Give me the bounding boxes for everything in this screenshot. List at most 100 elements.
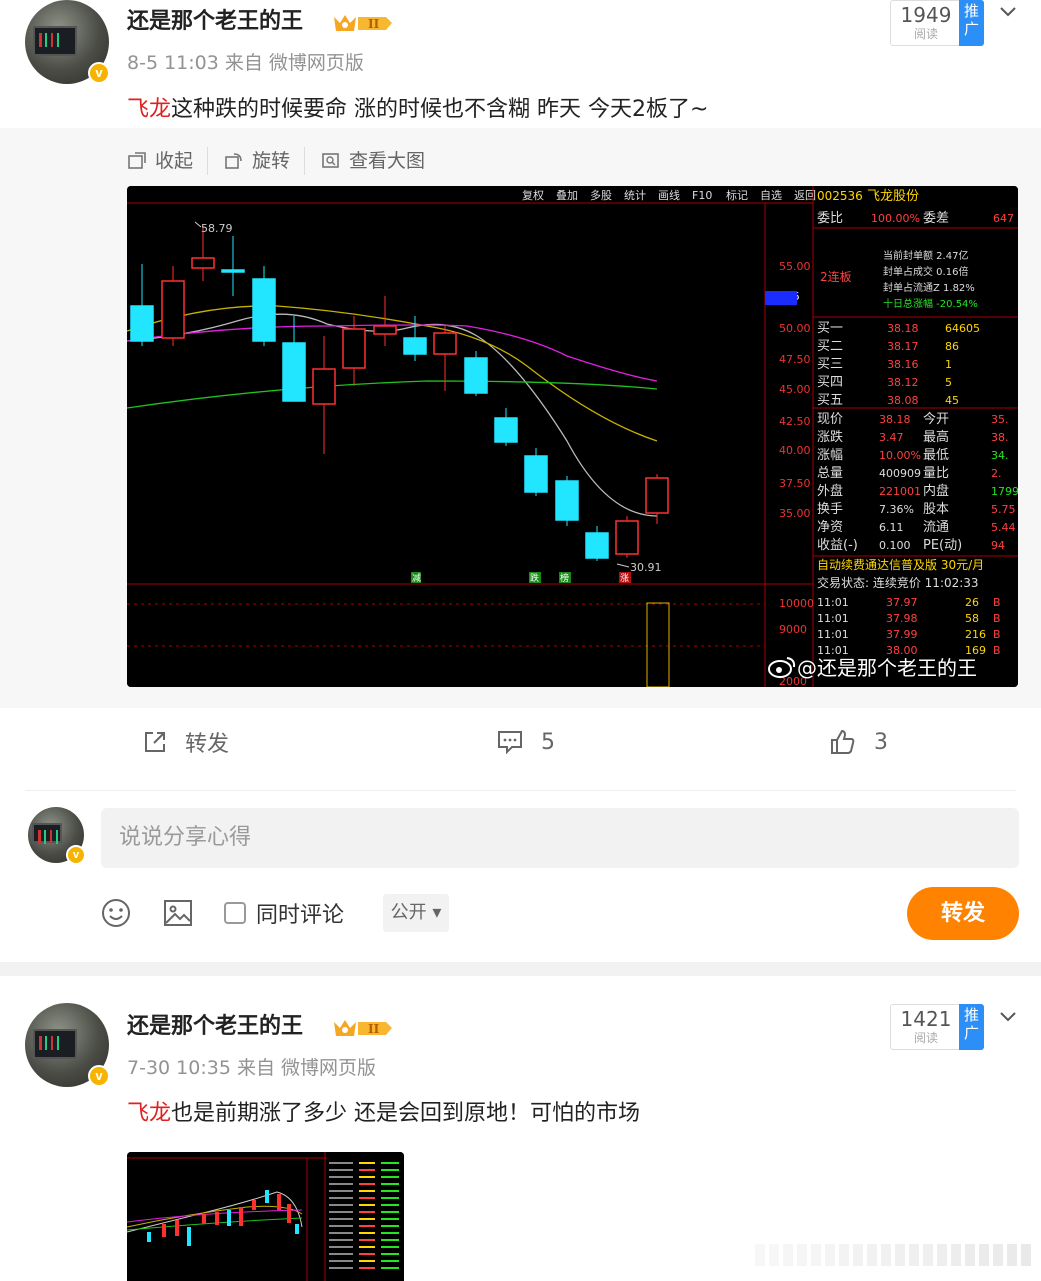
- chart-toolbar-item[interactable]: 标记: [726, 188, 748, 202]
- thumb-panel-row: [381, 1246, 399, 1248]
- svg-text:跌: 跌: [530, 573, 539, 584]
- topic-link[interactable]: 飞龙: [127, 97, 171, 122]
- thumb-panel-row: [381, 1176, 399, 1178]
- stock-chart-image[interactable]: 复权叠加多股统计画线F10标记自选返回 55.0052.0650.0047.50…: [127, 186, 1018, 687]
- loading-block: [895, 1244, 905, 1266]
- axis-tick-label: 42.50: [779, 415, 811, 428]
- chevron-down-icon[interactable]: [999, 3, 1017, 21]
- forward-submit-button[interactable]: 转发: [907, 887, 1019, 940]
- candle-body: [252, 278, 276, 342]
- chart-toolbar-item[interactable]: 叠加: [556, 189, 578, 202]
- stat-label: 外盘: [817, 483, 843, 499]
- loading-block: [797, 1244, 807, 1266]
- thumb-candle: [175, 1220, 179, 1236]
- verified-badge-icon: v: [66, 845, 86, 865]
- loading-block: [965, 1244, 975, 1266]
- collapse-button[interactable]: 收起: [127, 147, 209, 175]
- read-count: 1949: [900, 3, 952, 27]
- tick-side: B: [993, 644, 1001, 657]
- read-label: 阅读: [913, 27, 938, 41]
- stat-label: 最低: [923, 448, 949, 463]
- visibility-select[interactable]: 公开 ▾: [383, 894, 449, 932]
- thumb-panel-row: [329, 1267, 353, 1269]
- thumb-panel-row: [381, 1267, 399, 1269]
- post-text-body: 这种跌的时候要命 涨的时候也不含糊 昨天 今天2板了~: [171, 97, 709, 122]
- topic-link[interactable]: 飞龙: [127, 1101, 171, 1126]
- chart-toolbar-item[interactable]: 统计: [624, 189, 646, 202]
- checkbox[interactable]: [224, 902, 246, 924]
- chevron-down-icon[interactable]: [999, 1008, 1017, 1026]
- thumb-panel-row: [329, 1169, 353, 1171]
- collapse-icon: [128, 152, 146, 169]
- thumb-panel-row: [359, 1204, 375, 1206]
- stat-value: 5.75: [991, 503, 1016, 516]
- thumb-panel-row: [359, 1197, 375, 1199]
- chart-ad[interactable]: 自动续费通达信普及版 30元/月: [817, 558, 984, 572]
- axis-tick-label: 47.50: [779, 353, 811, 366]
- loading-block: [1021, 1244, 1031, 1266]
- candle-body: [403, 337, 427, 355]
- candle-body: [585, 532, 609, 559]
- crown-badge-icon: II: [334, 1020, 392, 1036]
- thumb-panel-row: [359, 1267, 375, 1269]
- stat-value: 94: [991, 539, 1005, 552]
- bid-price: 38.16: [887, 358, 919, 371]
- also-comment-checkbox[interactable]: 同时评论: [224, 897, 344, 929]
- tick-time: 11:01: [817, 596, 849, 609]
- comment-button[interactable]: 5: [497, 724, 555, 760]
- candle-body: [130, 305, 154, 342]
- thumb-candle: [215, 1212, 219, 1225]
- stat-label: PE(动): [923, 538, 962, 553]
- stock-code: 002536: [817, 189, 863, 203]
- post-date[interactable]: 7-30 10:35: [127, 1057, 231, 1079]
- thumb-panel-row: [329, 1183, 353, 1185]
- tick-volume: 26: [965, 596, 979, 609]
- chart-toolbar-item[interactable]: 复权: [522, 188, 544, 202]
- rotate-button[interactable]: 旋转: [224, 147, 306, 175]
- comment-input[interactable]: 说说分享心得: [101, 808, 1019, 868]
- svg-text:榜: 榜: [560, 572, 569, 584]
- thumb-panel-row: [381, 1225, 399, 1227]
- axis-tick-label: 40.00: [779, 444, 811, 457]
- stat-label: 涨幅: [817, 448, 843, 463]
- promote-button[interactable]: 推广: [959, 1004, 984, 1050]
- svg-text:减: 减: [412, 572, 421, 584]
- thumb-panel-row: [329, 1253, 353, 1255]
- stat-value: 221001: [879, 485, 921, 498]
- username[interactable]: 还是那个老王的王: [127, 1013, 303, 1041]
- stat-value: 7.36%: [879, 503, 914, 516]
- loading-block: [755, 1244, 765, 1266]
- chart-toolbar-item[interactable]: 多股: [590, 188, 612, 202]
- svg-text:涨: 涨: [620, 573, 629, 584]
- view-large-button[interactable]: 查看大图: [321, 147, 439, 175]
- weibi-label: 委比: [817, 211, 843, 226]
- svg-text:58.79: 58.79: [201, 222, 233, 235]
- chart-toolbar-item[interactable]: 画线: [658, 188, 680, 202]
- image-icon[interactable]: [162, 897, 194, 929]
- bid-label: 买一: [817, 321, 843, 336]
- emoji-icon[interactable]: [100, 897, 132, 929]
- stock-chart-thumbnail[interactable]: [127, 1152, 404, 1281]
- watermark: @还是那个老王的王: [767, 652, 977, 681]
- thumb-panel-row: [359, 1218, 375, 1220]
- post-date[interactable]: 8-5 11:03: [127, 52, 219, 74]
- stat-value: 5.44: [991, 521, 1016, 534]
- repost-button[interactable]: 转发: [143, 724, 229, 760]
- chart-toolbar-item[interactable]: 自选: [760, 189, 782, 202]
- stat-label: 收益(-): [817, 538, 858, 553]
- stat-value: 38.18: [879, 413, 911, 426]
- thumb-panel-row: [381, 1218, 399, 1220]
- promote-button[interactable]: 推广: [959, 0, 984, 46]
- thumb-panel-row: [359, 1162, 375, 1164]
- like-button[interactable]: 3: [830, 724, 888, 760]
- thumb-panel-row: [329, 1162, 353, 1164]
- candle-body: [342, 328, 366, 369]
- loading-block: [867, 1244, 877, 1266]
- thumb-panel-row: [381, 1169, 399, 1171]
- thumb-panel-row: [329, 1239, 353, 1241]
- username[interactable]: 还是那个老王的王: [127, 8, 303, 36]
- thumb-candle: [265, 1190, 269, 1203]
- seal-info-line: 封单占流通Z 1.82%: [883, 281, 975, 294]
- post-text-body: 也是前期涨了多少 还是会回到原地！可怕的市场: [171, 1101, 641, 1126]
- chart-toolbar-item[interactable]: F10: [692, 189, 712, 202]
